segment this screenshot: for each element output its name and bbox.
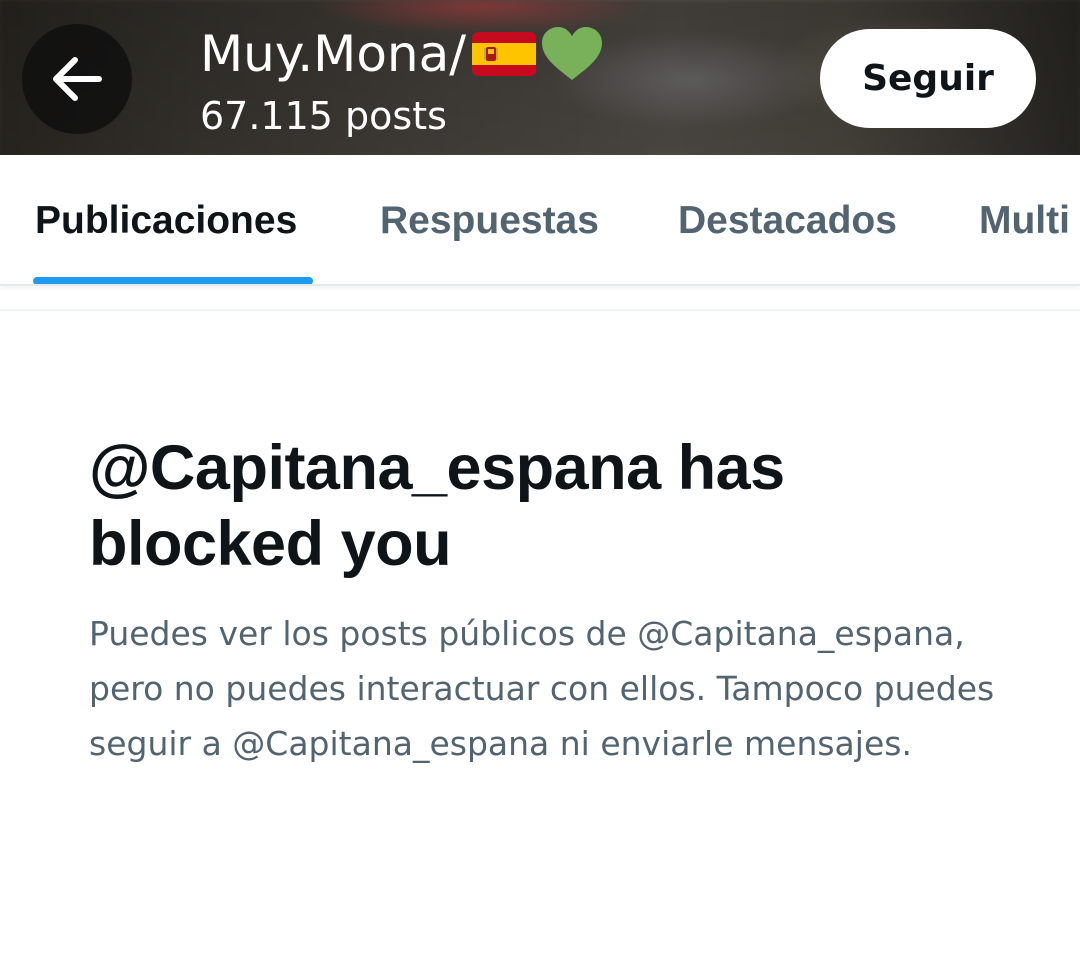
active-tab-indicator <box>33 277 313 284</box>
tab-publicaciones[interactable]: Publicaciones <box>35 155 297 284</box>
follow-button[interactable]: Seguir <box>820 29 1036 128</box>
tab-respuestas[interactable]: Respuestas <box>380 155 599 284</box>
profile-name: Muy.Mona/ <box>200 25 467 83</box>
flag-spain-icon <box>472 32 537 76</box>
arrow-left-icon <box>53 57 102 101</box>
back-button[interactable] <box>22 24 132 134</box>
post-count: 67.115 posts <box>200 94 447 138</box>
blocked-notice: @Capitana_espana has blocked you Puedes … <box>89 430 1029 771</box>
green-heart-icon <box>540 25 604 83</box>
tab-destacados[interactable]: Destacados <box>678 155 897 284</box>
tab-multimedia[interactable]: Multi <box>979 155 1070 284</box>
profile-header-text: Muy.Mona/ 67.115 posts <box>200 22 604 138</box>
profile-header: Muy.Mona/ 67.115 posts Seguir <box>0 0 1080 155</box>
divider <box>0 309 1080 311</box>
profile-tabs: Publicaciones Respuestas Destacados Mult… <box>0 155 1080 286</box>
profile-name-row: Muy.Mona/ <box>200 22 604 86</box>
blocked-title: @Capitana_espana has blocked you <box>89 433 785 579</box>
blocked-description: Puedes ver los posts públicos de @Capita… <box>89 614 995 763</box>
